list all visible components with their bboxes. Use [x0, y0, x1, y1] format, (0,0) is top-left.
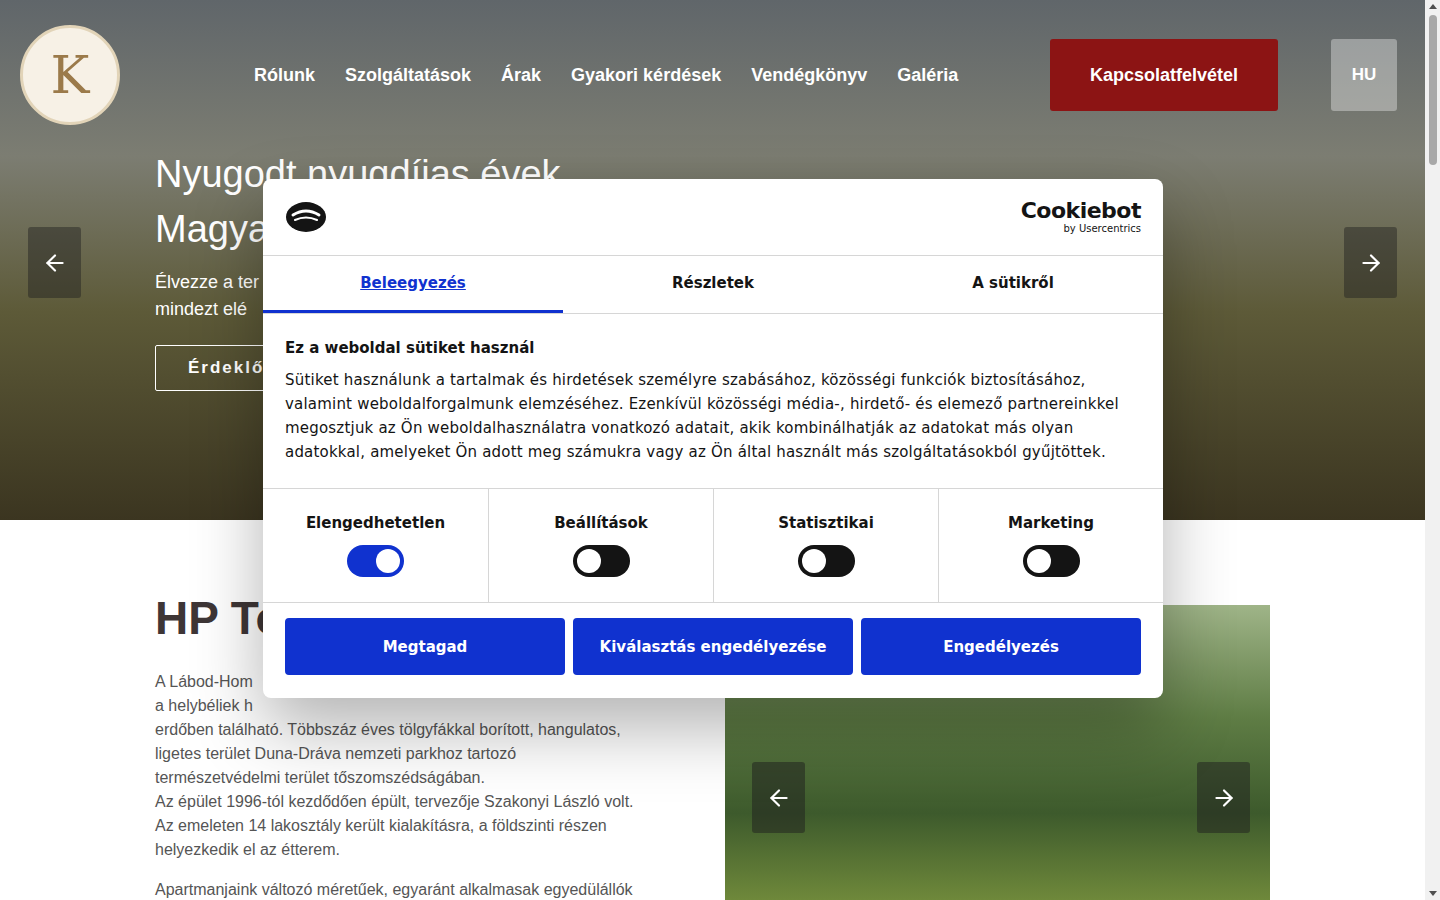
hero-next-button[interactable] [1344, 227, 1397, 298]
nav-link[interactable]: Árak [501, 65, 541, 86]
dialog-text: Sütiket használunk a tartalmak és hirdet… [285, 368, 1141, 464]
nav-link[interactable]: Galéria [897, 65, 958, 86]
toggle-switch[interactable] [573, 545, 630, 577]
nav-link[interactable]: Gyakori kérdések [571, 65, 721, 86]
switch-knob [1027, 549, 1051, 573]
arrow-left-icon [42, 250, 68, 276]
scroll-up-icon[interactable] [1429, 4, 1437, 9]
photo-next-button[interactable] [1197, 762, 1250, 833]
dialog-button[interactable]: Kiválasztás engedélyezése [573, 618, 853, 675]
hero-prev-button[interactable] [28, 227, 81, 298]
nav-link[interactable]: Szolgáltatások [345, 65, 471, 86]
nav-link[interactable]: Vendégkönyv [751, 65, 867, 86]
scroll-thumb[interactable] [1429, 15, 1437, 165]
dialog-buttons: MegtagadKiválasztás engedélyezéseEngedél… [263, 603, 1163, 698]
language-button[interactable]: HU [1331, 39, 1397, 111]
arrow-left-icon [766, 785, 792, 811]
arrow-right-icon [1358, 250, 1384, 276]
consent-toggle: Elengedhetetlen [263, 489, 488, 602]
page: K Rólunk Szolgáltatások Árak Gyakori kérdése… [0, 0, 1425, 900]
toggle-switch[interactable] [1023, 545, 1080, 577]
scrollbar[interactable] [1425, 0, 1440, 900]
consent-toggles: Elengedhetetlen Beállítások Statisztikai Ma… [263, 488, 1163, 603]
switch-knob [376, 549, 400, 573]
dialog-title: Ez a weboldal sütiket használ [285, 336, 1141, 360]
nav-links: Rólunk Szolgáltatások Árak Gyakori kérdések… [254, 65, 1050, 86]
toggle-label: Elengedhetetlen [306, 514, 445, 532]
consent-toggle: Beállítások [488, 489, 713, 602]
switch-knob [802, 549, 826, 573]
nav-link[interactable]: Rólunk [254, 65, 315, 86]
toggle-switch[interactable] [347, 545, 404, 577]
dialog-button[interactable]: Megtagad [285, 618, 565, 675]
dialog-tabs: BeleegyezésRészletekA sütikről [263, 256, 1163, 314]
consent-toggle: Statisztikai [713, 489, 938, 602]
consent-toggle: Marketing [938, 489, 1163, 602]
cookiebot-brand: Cookiebotby Usercentrics [1021, 200, 1141, 234]
intro-paragraph: A Lábod-Homa helybéliek herdőben találha… [155, 670, 700, 862]
switch-knob [577, 549, 601, 573]
dialog-header: Cookiebotby Usercentrics [263, 179, 1163, 256]
arrow-right-icon [1211, 785, 1237, 811]
cookie-dialog: Cookiebotby Usercentrics BeleegyezésRészl… [263, 179, 1163, 698]
navbar: K Rólunk Szolgáltatások Árak Gyakori kérdése… [0, 0, 1425, 125]
toggle-label: Marketing [1008, 514, 1094, 532]
cookiebot-logo-icon [285, 201, 327, 233]
photo-prev-button[interactable] [752, 762, 805, 833]
toggle-label: Statisztikai [778, 514, 874, 532]
intro-paragraph: Apartmanjaink változó méretűek, egyaránt… [155, 878, 700, 900]
dialog-tab[interactable]: Beleegyezés [263, 256, 563, 313]
dialog-tab[interactable]: A sütikről [863, 256, 1163, 313]
toggle-label: Beállítások [554, 514, 648, 532]
dialog-button[interactable]: Engedélyezés [861, 618, 1141, 675]
browser-page: K Rólunk Szolgáltatások Árak Gyakori kérdése… [0, 0, 1440, 900]
contact-button[interactable]: Kapcsolatfelvétel [1050, 39, 1278, 111]
dialog-tab[interactable]: Részletek [563, 256, 863, 313]
toggle-switch[interactable] [798, 545, 855, 577]
scroll-down-icon[interactable] [1429, 891, 1437, 896]
site-logo[interactable]: K [20, 25, 120, 125]
dialog-body: Ez a weboldal sütiket használ Sütiket has… [263, 314, 1163, 488]
